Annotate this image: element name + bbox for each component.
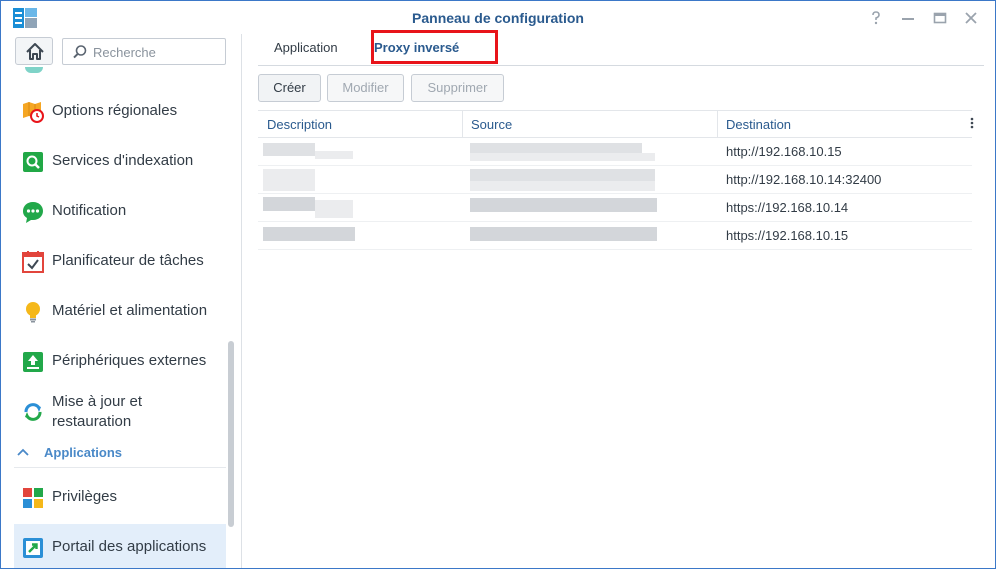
home-icon <box>26 43 44 60</box>
sidebar-item-label: Planificateur de tâches <box>52 252 204 269</box>
minimize-icon[interactable] <box>899 9 917 27</box>
redacted-source <box>470 227 657 241</box>
control-panel-window: Panneau de configuration Recherche Optio… <box>0 0 996 569</box>
search-input[interactable] <box>93 43 221 61</box>
destination-cell: http://192.168.10.15 <box>726 144 842 159</box>
table-row[interactable]: https://192.168.10.15 <box>258 222 972 250</box>
sidebar-item-label: Services d'indexation <box>52 152 194 169</box>
redacted-source <box>470 169 655 181</box>
edit-button[interactable]: Modifier <box>327 74 404 102</box>
sidebar-item-label: Portail des applications <box>52 538 207 555</box>
update-restore-icon <box>24 403 42 421</box>
table-row[interactable]: http://192.168.10.15 <box>258 138 972 166</box>
search-icon <box>73 45 87 59</box>
redacted-description <box>263 143 315 156</box>
sidebar: Options régionales Services d'indexation… <box>1 34 241 568</box>
application-portal-icon <box>23 538 43 558</box>
title-bar[interactable]: Panneau de configuration <box>1 1 995 34</box>
window-title: Panneau de configuration <box>412 10 584 26</box>
create-button[interactable]: Créer <box>258 74 321 102</box>
sidebar-item-hardware-power[interactable]: Matériel et alimentation <box>14 288 226 336</box>
sidebar-item-label: Privilèges <box>52 488 118 505</box>
notification-icon <box>23 202 43 223</box>
tab-reverse-proxy[interactable]: Proxy inversé <box>374 40 459 55</box>
sidebar-item-label: Notification <box>52 202 127 219</box>
redacted-description <box>263 169 315 191</box>
redacted-description <box>263 227 355 241</box>
column-header-description[interactable]: Description <box>267 117 332 132</box>
home-button[interactable] <box>15 37 53 65</box>
tab-application[interactable]: Application <box>274 40 338 55</box>
external-devices-icon <box>23 352 43 372</box>
delete-button[interactable]: Supprimer <box>411 74 504 102</box>
sidebar-item-regional-options[interactable]: Options régionales <box>14 88 226 136</box>
hardware-power-icon <box>26 302 40 323</box>
table-row[interactable]: http://192.168.10.14:32400 <box>258 166 972 194</box>
redacted-description <box>263 197 315 211</box>
close-icon[interactable] <box>962 9 980 27</box>
sidebar-item-label: Mise à jour et restauration <box>52 393 143 430</box>
table-row[interactable]: https://192.168.10.14 <box>258 194 972 222</box>
sidebar-item-label: Périphériques externes <box>52 352 207 369</box>
section-header-applications[interactable]: Applications <box>14 442 226 468</box>
sidebar-item-task-scheduler[interactable]: Planificateur de tâches <box>14 238 226 286</box>
sidebar-item-label: Options régionales <box>52 102 178 119</box>
help-icon[interactable] <box>867 9 885 27</box>
task-scheduler-icon <box>22 251 44 273</box>
sidebar-item-notification[interactable]: Notification <box>14 188 226 236</box>
main-panel: Application Proxy inversé Créer Modifier… <box>242 30 995 568</box>
destination-cell: https://192.168.10.15 <box>726 228 849 243</box>
column-header-source[interactable]: Source <box>471 117 512 132</box>
indexing-icon <box>23 152 43 172</box>
column-header-destination[interactable]: Destination <box>726 117 791 132</box>
regional-options-icon <box>23 102 44 123</box>
destination-cell: https://192.168.10.14 <box>726 200 849 215</box>
tab-bar: Application Proxy inversé <box>258 30 984 66</box>
section-label: Applications <box>44 445 123 460</box>
privileges-icon <box>23 488 43 508</box>
chevron-up-icon <box>17 448 29 456</box>
destination-cell: http://192.168.10.14:32400 <box>726 172 882 187</box>
reverse-proxy-table: Description Source Destination http://19… <box>258 110 974 250</box>
sidebar-item-external-devices[interactable]: Périphériques externes <box>14 338 226 386</box>
sidebar-item-privileges[interactable]: Privilèges <box>14 474 226 522</box>
sidebar-item-indexing-services[interactable]: Services d'indexation <box>14 138 226 186</box>
sidebar-item-label: Matériel et alimentation <box>52 302 208 319</box>
sidebar-item-update-restore[interactable]: Mise à jour et restauration <box>14 388 226 436</box>
scrolled-item-icon <box>25 67 43 73</box>
redacted-source <box>470 198 657 212</box>
redacted-source <box>470 143 642 153</box>
maximize-icon[interactable] <box>931 9 949 27</box>
sidebar-item-application-portal[interactable]: Portail des applications <box>14 524 226 568</box>
column-menu-icon[interactable] <box>970 116 974 130</box>
sidebar-scrollbar[interactable] <box>228 341 234 527</box>
search-box[interactable] <box>62 38 226 65</box>
table-header: Description Source Destination <box>258 110 974 138</box>
